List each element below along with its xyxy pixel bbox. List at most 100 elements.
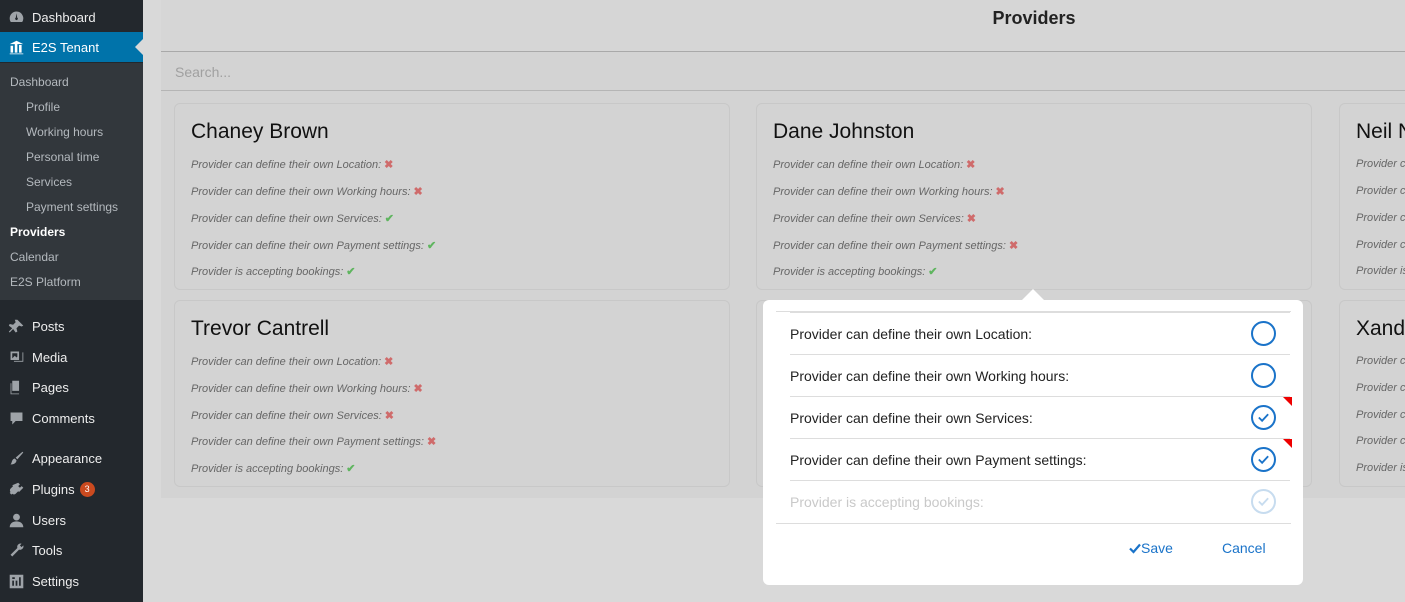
pages-icon [0,379,32,396]
check-circle-icon[interactable] [1251,405,1276,430]
permission-row: Provider is accepting bookings: ✔ [191,266,356,278]
submenu-calendar[interactable]: Calendar [10,250,59,264]
edit-provider-popup: Provider can define their own Location: … [763,300,1303,585]
menu-label: Settings [32,573,79,589]
submenu-personal-time[interactable]: Personal time [26,150,99,164]
permission-row: Provider ca [1356,158,1405,170]
cancel-button[interactable]: Cancel [1222,540,1266,556]
submenu-providers[interactable]: Providers [10,225,65,239]
permission-row: Provider is accepting bookings: ✔ [773,266,938,278]
paintbrush-icon [0,450,32,467]
check-circle-icon[interactable] [1251,447,1276,472]
yes-icon: ✔ [384,213,394,225]
comments-icon [0,410,32,427]
menu-dashboard[interactable]: Dashboard [0,2,143,32]
no-icon: ✖ [384,159,394,171]
page-title: Providers [992,8,1076,28]
row-label: Provider can define their own Services: [790,410,1033,426]
menu-label: Dashboard [32,9,96,25]
provider-name: Neil N [1356,120,1405,143]
no-icon: ✖ [426,436,437,448]
permission-row: Provider is accepting bookings: ✔ [191,463,356,475]
plugin-update-badge: 3 [79,481,95,497]
provider-card[interactable]: Chaney Brown Provider can define their o… [174,103,730,290]
search-input[interactable] [161,53,1405,90]
menu-plugins[interactable]: Plugins 3 [0,474,143,504]
menu-posts[interactable]: Posts [0,311,143,341]
row-label: Provider can define their own Payment se… [790,452,1087,468]
submenu-payment-settings[interactable]: Payment settings [26,200,118,214]
no-icon: ✖ [413,186,423,198]
unchecked-circle-icon[interactable] [1251,363,1276,388]
permission-row: Provider can define their own Location: ✖ [773,159,976,171]
permission-row: Provider can define their own Services: ✖ [773,213,976,225]
submenu-working-hours[interactable]: Working hours [26,125,103,139]
search-bar [161,53,1405,91]
provider-card[interactable]: Dane Johnston Provider can define their … [756,103,1312,290]
menu-label: Pages [32,379,69,395]
dashboard-icon [0,9,32,26]
menu-label: Appearance [32,450,103,466]
permission-row: Provider ca [1356,435,1405,447]
permission-row: Provider can define their own Payment se… [191,240,437,252]
menu-label: Plugins [32,481,75,497]
permission-row: Provider ca [1356,212,1405,224]
changed-flag-icon [1283,397,1292,406]
changed-flag-icon [1283,439,1292,448]
save-button[interactable]: Save [1129,540,1173,556]
menu-label: E2S Tenant [32,39,99,55]
save-label: Save [1141,540,1173,556]
permission-row: Provider ca [1356,185,1405,197]
menu-settings[interactable]: Settings [0,566,143,596]
permission-row: Provider can define their own Working ho… [191,383,423,395]
popup-row-services[interactable]: Provider can define their own Services: [790,396,1292,438]
no-icon: ✖ [384,410,394,422]
menu-label: Users [32,512,66,528]
provider-card[interactable]: Xand Provider ca Provider ca Provider ca… [1339,300,1405,487]
permission-row: Provider can define their own Services: ✔ [191,213,394,225]
submenu-profile[interactable]: Profile [26,100,60,114]
settings-icon [0,573,32,590]
submenu-dashboard[interactable]: Dashboard [10,75,69,89]
title-bar: Providers [161,0,1405,52]
tenant-icon [0,39,32,56]
popup-row-payment-settings[interactable]: Provider can define their own Payment se… [790,438,1292,480]
permission-row: Provider ca [1356,239,1405,251]
no-icon: ✖ [384,356,394,368]
permission-row: Provider can define their own Location: ✖ [191,356,394,368]
permission-row: Provider can define their own Payment se… [191,436,437,448]
menu-label: Comments [32,410,95,426]
permission-row: Provider can define their own Working ho… [191,186,423,198]
permission-row: Provider ca [1356,382,1405,394]
menu-users[interactable]: Users [0,505,143,535]
pushpin-icon [0,318,32,335]
row-label: Provider can define their own Working ho… [790,368,1070,384]
menu-e2s-tenant[interactable]: E2S Tenant [0,32,143,62]
popup-row-working-hours[interactable]: Provider can define their own Working ho… [790,354,1290,396]
no-icon: ✖ [966,159,976,171]
menu-label: Tools [32,542,63,558]
menu-media[interactable]: Media [0,342,143,372]
admin-sidebar: Dashboard E2S Tenant Dashboard Profile W… [0,0,143,602]
menu-tools[interactable]: Tools [0,535,143,565]
no-icon: ✖ [995,186,1005,198]
yes-icon: ✔ [928,266,938,278]
unchecked-circle-icon[interactable] [1251,321,1276,346]
provider-card[interactable]: Neil N Provider ca Provider ca Provider … [1339,103,1405,290]
permission-row: Provider ca [1356,409,1405,421]
check-icon [1129,543,1141,554]
permission-row: Provider ca [1356,355,1405,367]
provider-card[interactable]: Trevor Cantrell Provider can define thei… [174,300,730,487]
row-label: Provider is accepting bookings: [790,494,984,510]
user-icon [0,512,32,529]
submenu-services[interactable]: Services [26,175,72,189]
popup-row-location[interactable]: Provider can define their own Location: [790,312,1290,354]
menu-comments[interactable]: Comments [0,403,143,433]
tenant-submenu: Dashboard Profile Working hours Personal… [0,63,143,300]
menu-appearance[interactable]: Appearance [0,443,143,473]
submenu-e2s-platform[interactable]: E2S Platform [10,275,81,289]
no-icon: ✖ [966,213,976,225]
menu-pages[interactable]: Pages [0,372,143,402]
popup-footer-divider [776,523,1291,524]
provider-name: Trevor Cantrell [191,317,330,340]
